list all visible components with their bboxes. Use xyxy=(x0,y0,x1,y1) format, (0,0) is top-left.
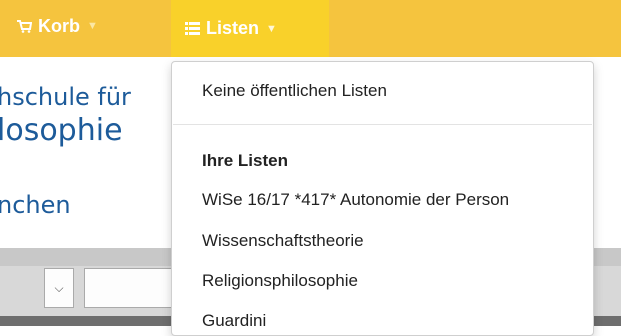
nav-listen-menu[interactable]: Listen ▼ xyxy=(171,0,329,57)
no-public-lists-item: Keine öffentlichen Listen xyxy=(202,81,387,100)
site-title-line-2: losophie xyxy=(0,113,123,148)
chevron-down-icon: ▼ xyxy=(266,22,277,35)
listen-dropdown-menu: Keine öffentlichen Listen Ihre Listen Wi… xyxy=(171,61,594,336)
list-item[interactable]: Wissenschaftstheorie xyxy=(202,231,364,251)
chevron-down-icon: ⌵ xyxy=(54,280,64,295)
list-item[interactable]: WiSe 16/17 *417* Autonomie der Person xyxy=(202,190,509,210)
list-icon xyxy=(185,22,200,35)
search-scope-select[interactable]: ⌵ xyxy=(44,268,74,308)
list-item[interactable]: Religionsphilosophie xyxy=(202,271,358,291)
cart-icon xyxy=(16,19,32,33)
site-title-line-1: hschule für xyxy=(0,83,131,111)
nav-listen-label: Listen xyxy=(206,18,260,38)
chevron-down-icon: ▼ xyxy=(87,20,98,32)
site-location: nchen xyxy=(0,191,71,219)
dropdown-divider xyxy=(173,124,592,125)
nav-korb-menu[interactable]: Korb ▼ xyxy=(2,0,127,52)
your-lists-header: Ihre Listen xyxy=(202,151,288,170)
list-item[interactable]: Guardini xyxy=(202,311,266,331)
search-input[interactable] xyxy=(84,268,184,308)
nav-korb-label: Korb xyxy=(38,15,80,36)
